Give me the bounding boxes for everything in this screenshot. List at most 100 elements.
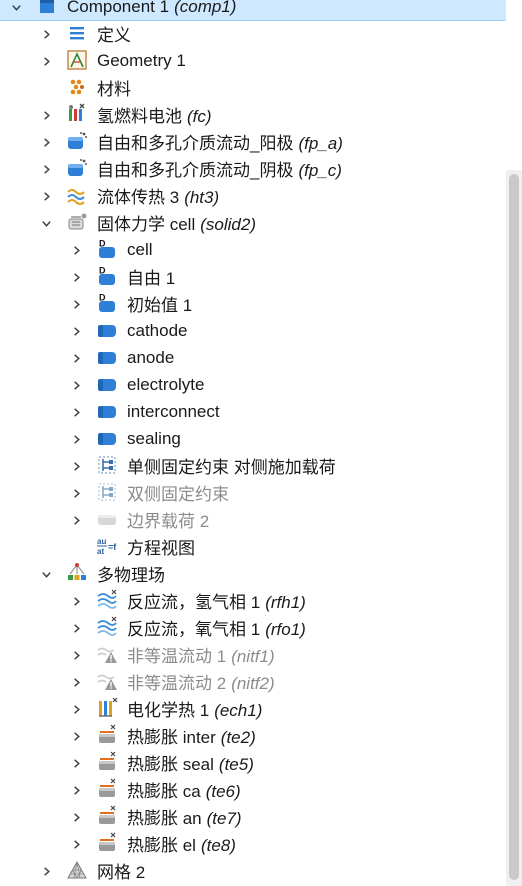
solid-mechanics-icon	[66, 211, 88, 233]
tree-item-text: 自由 1	[127, 269, 176, 288]
chevron-right-icon[interactable]	[70, 622, 82, 634]
tree-item-tag: (fc)	[187, 107, 212, 126]
tree-item-text: 反应流，氧气相 1	[127, 620, 261, 639]
tree-item[interactable]: anode	[0, 344, 506, 371]
chevron-right-icon[interactable]	[70, 271, 82, 283]
tree-item-text: anode	[127, 347, 175, 367]
vertical-scrollbar[interactable]	[506, 170, 522, 886]
tree-item[interactable]: cathode	[0, 317, 506, 344]
tree-item-label: 材料	[97, 75, 131, 100]
tree-item-text: 网格 2	[97, 863, 146, 882]
nonisothermal-warning-icon	[96, 670, 118, 692]
tree-item[interactable]: 反应流，氧气相 1 (rfo1)	[0, 614, 506, 641]
tree-item[interactable]: electrolyte	[0, 371, 506, 398]
tree-item-label: electrolyte	[127, 375, 204, 395]
chevron-right-icon[interactable]	[40, 109, 52, 121]
tree-item-tag: (ech1)	[214, 701, 263, 720]
scrollbar-thumb[interactable]	[509, 174, 519, 880]
tree-item[interactable]: 边界载荷 2	[0, 506, 506, 533]
tree-item-label: interconnect	[127, 402, 220, 422]
chevron-right-icon[interactable]	[70, 379, 82, 391]
tree-item-tag: (fp_a)	[298, 134, 343, 153]
chevron-right-icon[interactable]	[70, 460, 82, 472]
tree-item-text: Component 1	[67, 0, 170, 16]
tree-item-label: 自由和多孔介质流动_阴极 (fp_c)	[97, 156, 342, 181]
tree-item-text: 初始值 1	[127, 296, 193, 315]
tree-item-tag: (ht3)	[184, 188, 220, 207]
tree-item-text: 热膨胀 an	[127, 809, 202, 828]
tree-item[interactable]: 反应流，氢气相 1 (rfh1)	[0, 587, 506, 614]
chevron-right-icon[interactable]	[70, 757, 82, 769]
domain-icon	[96, 373, 118, 395]
tree-item-label: cell	[127, 240, 153, 260]
nonisothermal-warning-icon	[96, 643, 118, 665]
tree-item[interactable]: 多物理场	[0, 560, 506, 587]
chevron-right-icon[interactable]	[40, 55, 52, 67]
tree-item[interactable]: Dcell	[0, 236, 506, 263]
tree-item[interactable]: Component 1 (comp1)	[0, 0, 506, 21]
tree-item[interactable]: 流体传热 3 (ht3)	[0, 182, 506, 209]
tree-item[interactable]: 定义	[0, 20, 506, 47]
tree-item-tag: (nitf1)	[231, 647, 275, 666]
chevron-right-icon[interactable]	[40, 190, 52, 202]
tree-item[interactable]: 双侧固定约束	[0, 479, 506, 506]
chevron-right-icon[interactable]	[70, 730, 82, 742]
chevron-right-icon[interactable]	[70, 244, 82, 256]
tree-item[interactable]: 电化学热 1 (ech1)	[0, 695, 506, 722]
chevron-right-icon[interactable]	[70, 784, 82, 796]
chevron-down-icon[interactable]	[10, 1, 22, 13]
chevron-down-icon[interactable]	[40, 568, 52, 580]
tree-item[interactable]: 热膨胀 el (te8)	[0, 830, 506, 857]
chevron-right-icon[interactable]	[70, 487, 82, 499]
tree-item[interactable]: 非等温流动 2 (nitf2)	[0, 668, 506, 695]
chevron-right-icon[interactable]	[70, 595, 82, 607]
tree-item[interactable]: 热膨胀 an (te7)	[0, 803, 506, 830]
tree-item[interactable]: 固体力学 cell (solid2)	[0, 209, 506, 236]
tree-item[interactable]: 热膨胀 seal (te5)	[0, 749, 506, 776]
tree-item[interactable]: 氢燃料电池 (fc)	[0, 101, 506, 128]
tree-item-text: sealing	[127, 428, 181, 448]
chevron-right-icon[interactable]	[70, 325, 82, 337]
tree-item-text: 流体传热 3	[97, 188, 180, 207]
chevron-right-icon[interactable]	[70, 298, 82, 310]
chevron-down-icon[interactable]	[40, 217, 52, 229]
tree-item[interactable]: 自由和多孔介质流动_阳极 (fp_a)	[0, 128, 506, 155]
tree-item[interactable]: 非等温流动 1 (nitf1)	[0, 641, 506, 668]
chevron-right-icon[interactable]	[70, 514, 82, 526]
thermal-expansion-icon	[96, 778, 118, 800]
chevron-right-icon[interactable]	[70, 703, 82, 715]
chevron-right-icon[interactable]	[70, 406, 82, 418]
tree-item[interactable]: 热膨胀 inter (te2)	[0, 722, 506, 749]
chevron-right-icon[interactable]	[40, 28, 52, 40]
tree-item-label: 固体力学 cell (solid2)	[97, 210, 256, 235]
tree-item[interactable]: 自由和多孔介质流动_阴极 (fp_c)	[0, 155, 506, 182]
tree-item[interactable]: 热膨胀 ca (te6)	[0, 776, 506, 803]
tree-item-tag: (te8)	[200, 836, 236, 855]
chevron-right-icon[interactable]	[40, 136, 52, 148]
tree-item-tag: (te2)	[220, 728, 256, 747]
chevron-right-icon[interactable]	[70, 676, 82, 688]
tree-item[interactable]: D 自由 1	[0, 263, 506, 290]
chevron-right-icon[interactable]	[70, 433, 82, 445]
heat-transfer-icon	[66, 184, 88, 206]
tree-item[interactable]: interconnect	[0, 398, 506, 425]
tree-item[interactable]: 网格 2	[0, 857, 506, 884]
chevron-right-icon[interactable]	[70, 811, 82, 823]
tree-item[interactable]: 材料	[0, 74, 506, 101]
tree-item[interactable]: 单侧固定约束 对侧施加载荷	[0, 452, 506, 479]
tree-item-text: cathode	[127, 320, 188, 340]
tree-item[interactable]: au at =f 方程视图	[0, 533, 506, 560]
tree-item-tag: (rfh1)	[265, 593, 306, 612]
tree-item[interactable]: D 初始值 1	[0, 290, 506, 317]
chevron-right-icon[interactable]	[70, 649, 82, 661]
chevron-right-icon[interactable]	[40, 163, 52, 175]
tree-item[interactable]: Geometry 1	[0, 47, 506, 74]
tree-item-label: 自由 1	[127, 264, 175, 289]
tree-item[interactable]: sealing	[0, 425, 506, 452]
chevron-right-icon[interactable]	[40, 865, 52, 877]
tree-item-tag: (fp_c)	[298, 161, 342, 180]
chevron-right-icon[interactable]	[70, 352, 82, 364]
tree-item-tag: (te7)	[206, 809, 242, 828]
thermal-expansion-icon	[96, 805, 118, 827]
chevron-right-icon[interactable]	[70, 838, 82, 850]
